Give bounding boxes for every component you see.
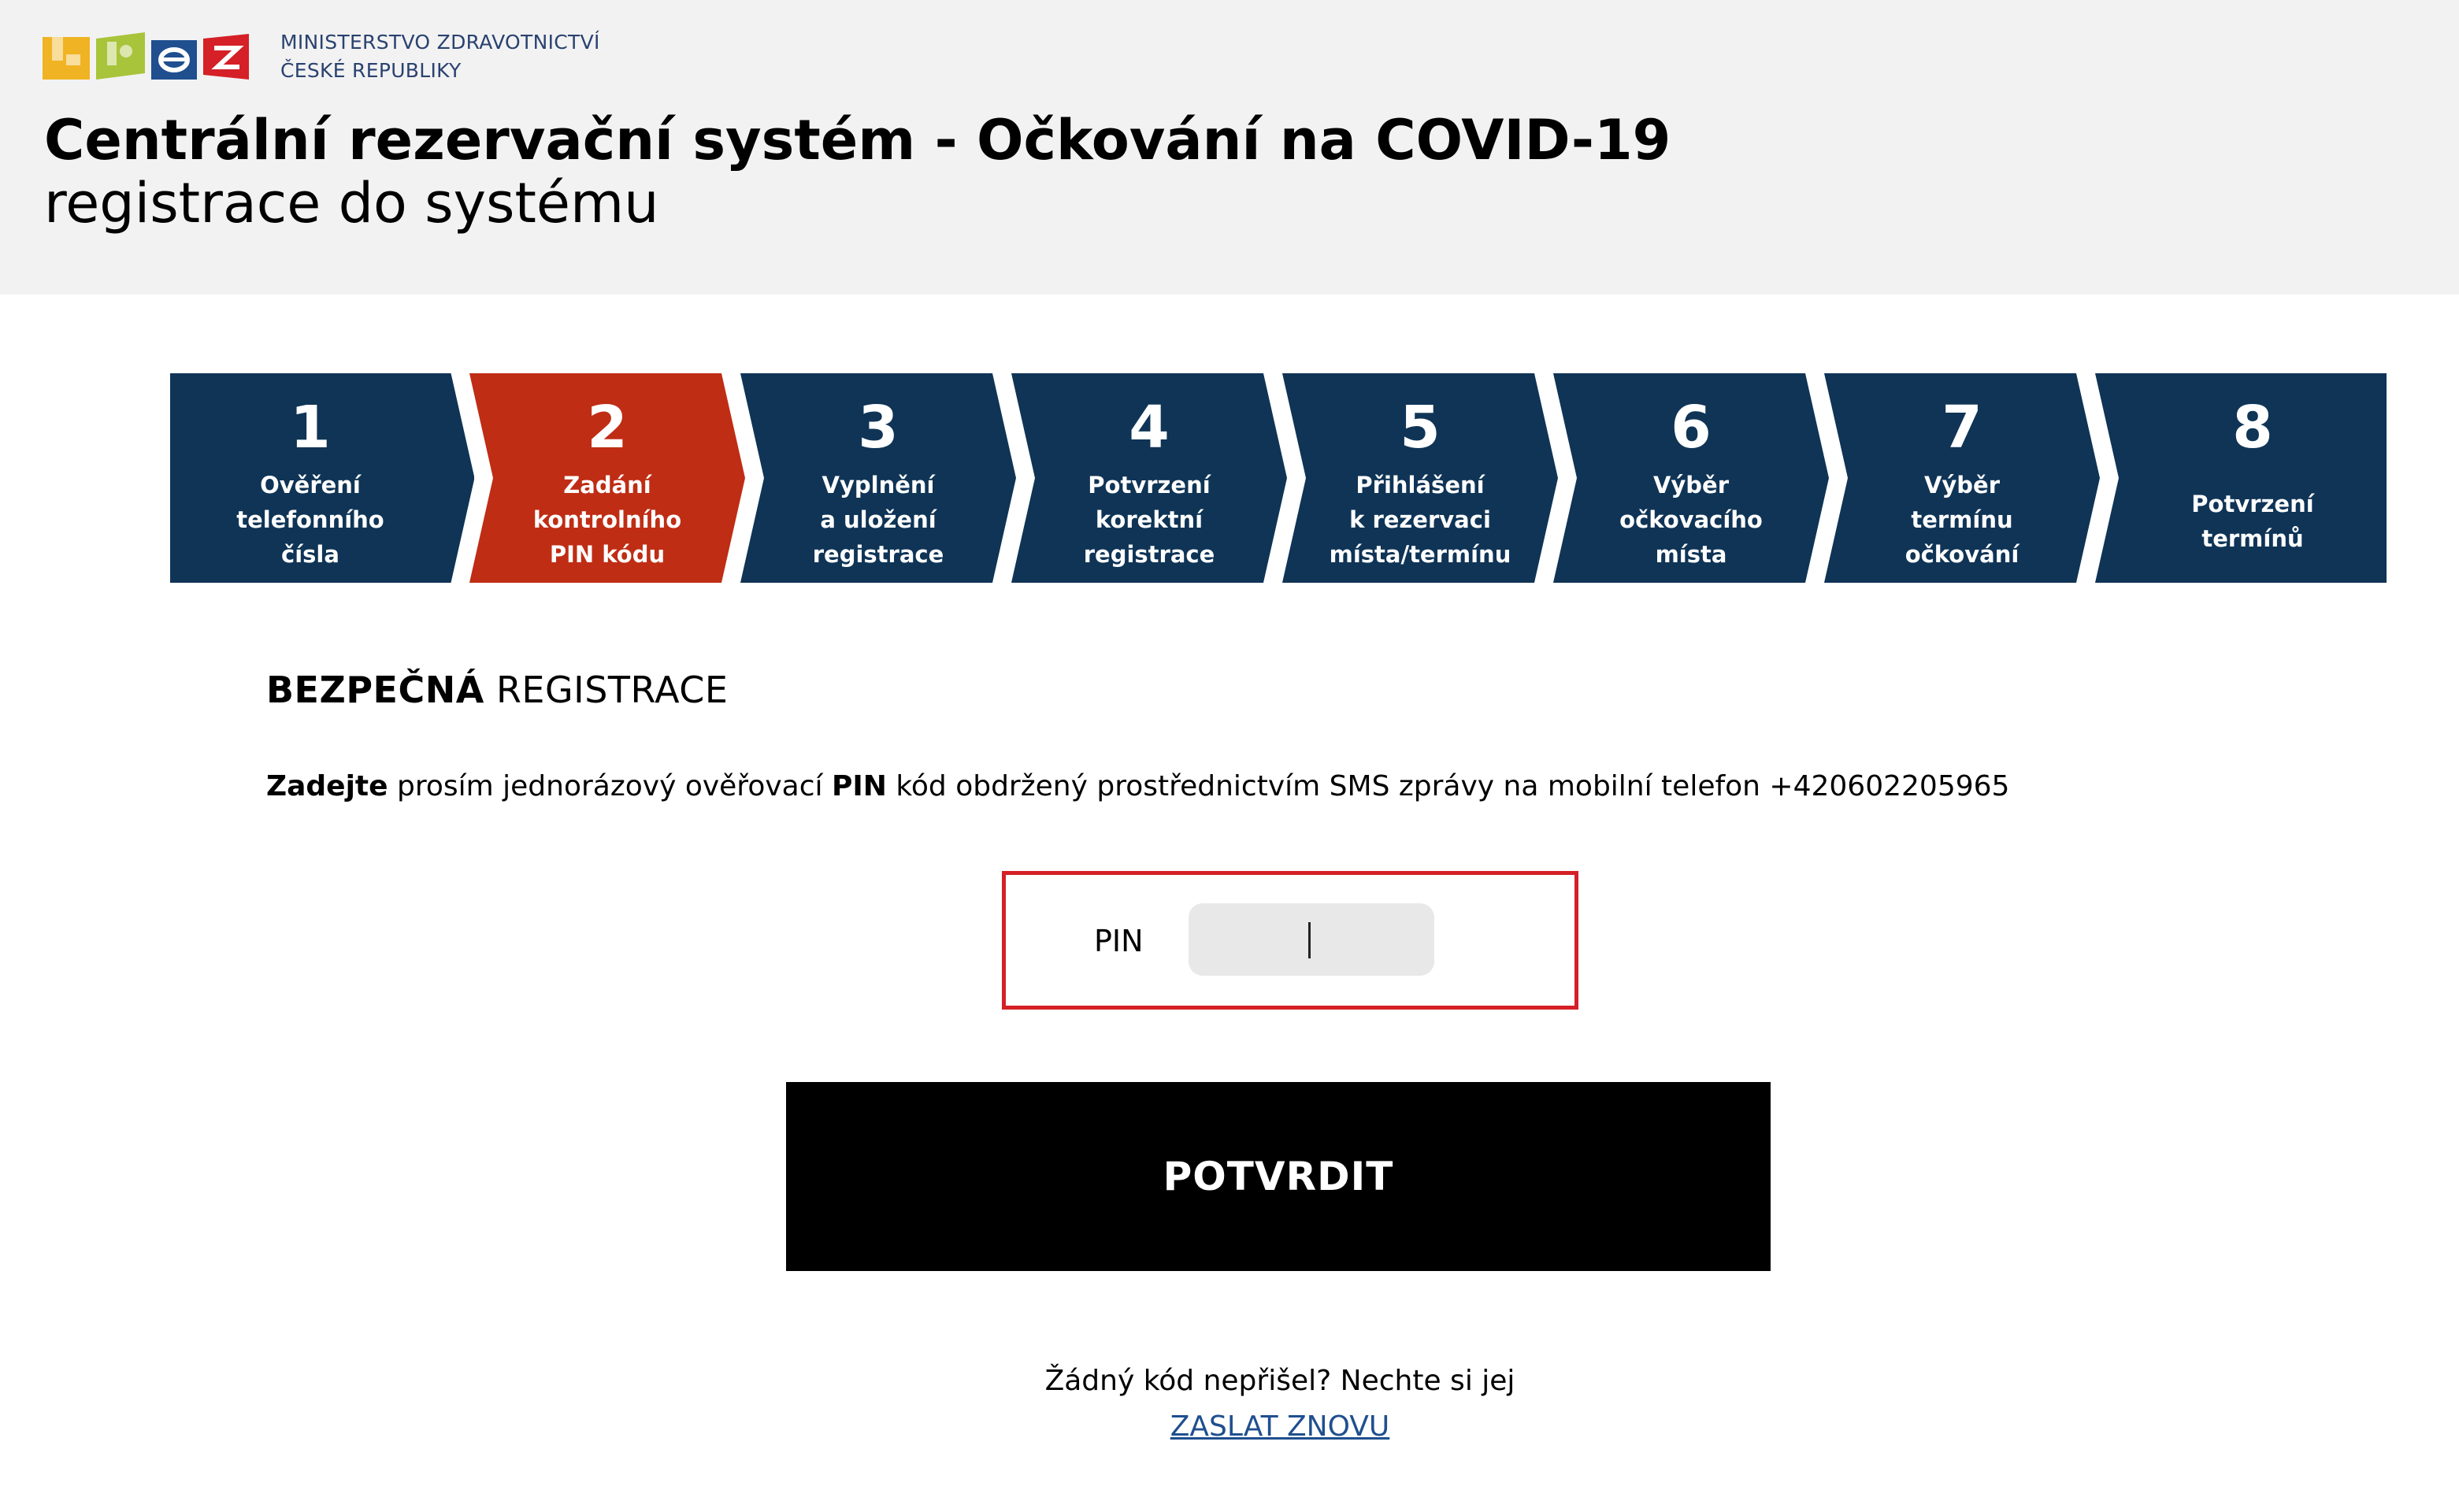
step-content: 8 Potvrzení termínů — [2119, 373, 2387, 583]
step-label: Zadání kontrolního PIN kódu — [532, 472, 682, 568]
logo-mark-blue-icon — [151, 40, 197, 80]
text-caret — [1308, 922, 1311, 958]
step-2: 2 Zadání kontrolního PIN kódu — [469, 373, 745, 583]
ministry-logo[interactable] — [43, 28, 249, 83]
step-label: Výběr termínu očkování — [1905, 472, 2019, 568]
logo-mark-yellow-icon — [43, 37, 90, 80]
step-1: 1 Ověření telefonního čísla — [170, 373, 474, 583]
step-number: 5 — [1400, 394, 1441, 461]
step-4: 4 Potvrzení korektní registrace — [1011, 373, 1287, 583]
step-number: 3 — [858, 394, 899, 461]
step-label: Výběr očkovacího místa — [1619, 472, 1763, 568]
section-title-rest: REGISTRACE — [484, 669, 729, 711]
step-number: 6 — [1671, 394, 1712, 461]
resend-code-link[interactable]: ZASLAT ZNOVU — [1170, 1410, 1390, 1443]
instruction-part-1: Zadejte — [266, 770, 388, 802]
pin-label: PIN — [1094, 924, 1144, 958]
step-number: 4 — [1129, 394, 1170, 461]
step-5: 5 Přihlášení k rezervaci místa/termínu — [1282, 373, 1558, 583]
instruction-part-4: kód obdržený prostřednictvím SMS zprávy … — [886, 770, 2010, 802]
step-label: Ověření telefonního čísla — [236, 472, 384, 568]
step-content: 6 Výběr očkovacího místa — [1577, 373, 1805, 583]
step-number: 8 — [2232, 394, 2273, 461]
step-content: 5 Přihlášení k rezervaci místa/termínu — [1306, 373, 1534, 583]
pin-field-group: PIN — [1002, 871, 1578, 1010]
instruction-part-2: prosím jednorázový ověřovací — [388, 770, 832, 802]
step-number: 1 — [290, 394, 331, 461]
ministry-line-2: ČESKÉ REPUBLIKY — [280, 59, 462, 82]
page-title: Centrální rezervační systém - Očkování n… — [44, 108, 1671, 172]
step-6: 6 Výběr očkovacího místa — [1553, 373, 1829, 583]
registration-stepper: 1 Ověření telefonního čísla 2 Zadání kontro… — [170, 373, 2387, 583]
step-label: Vyplnění a uložení registrace — [812, 472, 944, 568]
logo-mark-green-icon — [96, 32, 145, 80]
pin-instruction: Zadejte prosím jednorázový ověřovací PIN… — [266, 765, 2009, 808]
resend-link-wrapper: ZASLAT ZNOVU — [788, 1405, 1772, 1449]
confirm-button[interactable]: POTVRDIT — [786, 1082, 1771, 1271]
step-label: Potvrzení korektní registrace — [1083, 472, 1215, 568]
header: MINISTERSTVO ZDRAVOTNICTVÍ ČESKÉ REPUBLI… — [0, 0, 2459, 295]
instruction-part-3: PIN — [831, 770, 887, 802]
step-content: 3 Vyplnění a uložení registrace — [764, 373, 992, 583]
step-number: 7 — [1942, 394, 1982, 461]
step-content: 1 Ověření telefonního čísla — [170, 373, 451, 583]
page-subtitle: registrace do systému — [44, 171, 659, 235]
section-title: BEZPEČNÁ REGISTRACE — [266, 666, 728, 713]
step-number: 2 — [587, 394, 628, 461]
pin-input[interactable] — [1189, 903, 1434, 976]
step-content: 7 Výběr termínu očkování — [1848, 373, 2076, 583]
step-content: 2 Zadání kontrolního PIN kódu — [493, 373, 721, 583]
step-7: 7 Výběr termínu očkování — [1824, 373, 2100, 583]
step-content: 4 Potvrzení korektní registrace — [1035, 373, 1263, 583]
ministry-line-1: MINISTERSTVO ZDRAVOTNICTVÍ — [280, 31, 600, 54]
logo-mark-red-icon — [203, 34, 249, 80]
pin-input-wrapper — [1189, 903, 1434, 976]
step-label: Potvrzení termínů — [2191, 491, 2314, 552]
resend-prompt: Žádný kód nepřišel? Nechte si jej — [1044, 1365, 1515, 1397]
step-label: Přihlášení k rezervaci místa/termínu — [1329, 472, 1511, 568]
section-title-bold: BEZPEČNÁ — [266, 669, 484, 711]
ministry-name: MINISTERSTVO ZDRAVOTNICTVÍ ČESKÉ REPUBLI… — [280, 28, 600, 85]
step-3: 3 Vyplnění a uložení registrace — [740, 373, 1016, 583]
step-8: 8 Potvrzení termínů — [2095, 373, 2387, 583]
